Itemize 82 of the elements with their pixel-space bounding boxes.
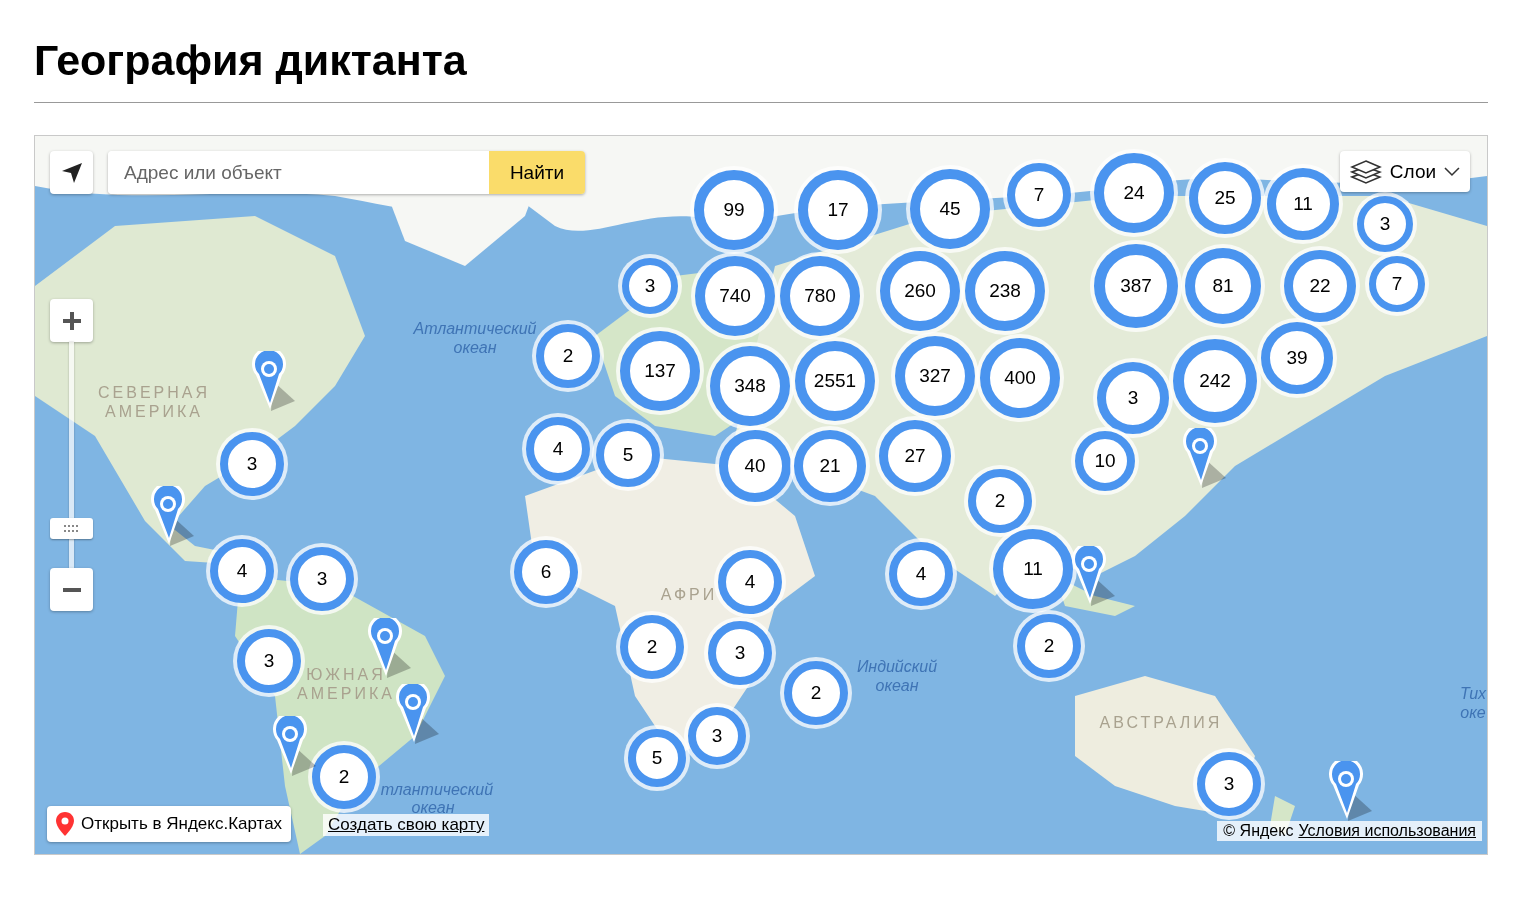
copyright-text: © Яндекс <box>1223 822 1294 840</box>
ocean-label: Индийский <box>856 658 938 676</box>
ocean-label: океан <box>875 677 919 695</box>
cluster-marker[interactable]: 10 <box>1075 431 1135 491</box>
cluster-marker[interactable]: 2 <box>312 745 376 809</box>
cluster-marker[interactable]: 3 <box>1197 752 1261 816</box>
cluster-marker[interactable]: 25 <box>1189 162 1261 234</box>
cluster-marker[interactable]: 21 <box>794 430 866 502</box>
cluster-marker[interactable]: 3 <box>688 707 746 765</box>
placemark-icon[interactable] <box>396 684 439 744</box>
ocean-label: Атлантический <box>413 320 537 338</box>
page-title: География диктанта <box>34 35 467 86</box>
cluster-marker[interactable]: 81 <box>1185 248 1261 324</box>
continent-label: ЮЖНАЯ <box>306 666 386 684</box>
cluster-marker[interactable]: 11 <box>1267 168 1339 240</box>
cluster-marker[interactable]: 238 <box>965 251 1045 331</box>
open-in-maps-button[interactable]: Открыть в Яндекс.Картах <box>47 806 292 842</box>
continent-label: СЕВЕРНАЯ <box>98 384 210 402</box>
cluster-marker[interactable]: 3 <box>290 547 354 611</box>
placemark-icon[interactable] <box>252 351 295 411</box>
locate-button[interactable] <box>50 151 93 194</box>
cluster-marker[interactable]: 6 <box>514 540 578 604</box>
cluster-marker[interactable]: 5 <box>596 423 660 487</box>
zoom-out-button[interactable] <box>50 568 93 611</box>
grip-icon <box>63 524 80 533</box>
layers-icon <box>1350 158 1382 185</box>
cluster-marker[interactable]: 4 <box>718 550 782 614</box>
cluster-marker[interactable]: 17 <box>798 170 878 250</box>
ocean-label: океан <box>411 799 455 817</box>
cluster-marker[interactable]: 22 <box>1284 250 1356 322</box>
cluster-marker[interactable]: 2 <box>1017 614 1081 678</box>
search-field[interactable]: Адрес или объект <box>108 151 489 194</box>
zoom-slider[interactable] <box>50 342 93 568</box>
cluster-marker[interactable]: 740 <box>695 256 775 336</box>
cluster-marker[interactable]: 45 <box>910 169 990 249</box>
ocean-label: океан <box>453 339 497 357</box>
cluster-marker[interactable]: 780 <box>780 256 860 336</box>
continent-label: АМЕРИКА <box>105 403 203 421</box>
cluster-marker[interactable]: 260 <box>880 251 960 331</box>
search-button[interactable]: Найти <box>489 151 585 194</box>
cluster-marker[interactable]: 7 <box>1369 256 1425 312</box>
ocean-label: тлантический <box>380 781 494 799</box>
cluster-marker[interactable]: 5 <box>628 729 686 787</box>
cluster-marker[interactable]: 3 <box>708 621 772 685</box>
cluster-marker[interactable]: 2 <box>968 469 1032 533</box>
create-map-link[interactable]: Создать свою карту <box>323 814 490 836</box>
cluster-marker[interactable]: 3 <box>237 629 301 693</box>
plus-icon <box>61 310 82 331</box>
cluster-marker[interactable]: 3 <box>622 258 678 314</box>
cluster-marker[interactable]: 99 <box>694 170 774 250</box>
placemark-icon[interactable] <box>1072 546 1115 606</box>
cluster-marker[interactable]: 137 <box>620 331 700 411</box>
cluster-marker[interactable]: 39 <box>1261 322 1333 394</box>
placemark-icon[interactable] <box>1329 761 1372 821</box>
layers-button[interactable]: Слои <box>1340 151 1470 192</box>
cluster-marker[interactable]: 3 <box>1357 196 1413 252</box>
ocean-label: Тих <box>1459 685 1487 703</box>
cluster-marker[interactable]: 2 <box>784 661 848 725</box>
cluster-marker[interactable]: 327 <box>895 336 975 416</box>
cluster-marker[interactable]: 2 <box>620 615 684 679</box>
cluster-marker[interactable]: 2551 <box>795 341 875 421</box>
slider-handle[interactable] <box>50 518 93 540</box>
map-pin-icon <box>55 811 75 837</box>
placemark-icon[interactable] <box>1183 428 1226 488</box>
cluster-marker[interactable]: 7 <box>1007 163 1071 227</box>
cluster-marker[interactable]: 24 <box>1094 153 1174 233</box>
chevron-down-icon <box>1444 166 1460 177</box>
placemark-icon[interactable] <box>273 716 316 776</box>
continent-label: АФРИ <box>660 586 718 604</box>
cluster-marker[interactable]: 2 <box>536 324 600 388</box>
zoom-in-button[interactable] <box>50 299 93 342</box>
placemark-icon[interactable] <box>151 486 194 546</box>
cluster-marker[interactable]: 4 <box>210 539 274 603</box>
cluster-marker[interactable]: 4 <box>526 417 590 481</box>
cluster-marker[interactable]: 3 <box>1097 362 1169 434</box>
cluster-marker[interactable]: 348 <box>710 346 790 426</box>
cluster-marker[interactable]: 4 <box>889 542 953 606</box>
ocean-label: оке <box>1460 704 1486 722</box>
continent-label: АВСТРАЛИЯ <box>1099 714 1223 732</box>
terms-link[interactable]: Условия использования <box>1298 822 1476 840</box>
cluster-marker[interactable]: 27 <box>879 420 951 492</box>
minus-icon <box>61 587 82 592</box>
